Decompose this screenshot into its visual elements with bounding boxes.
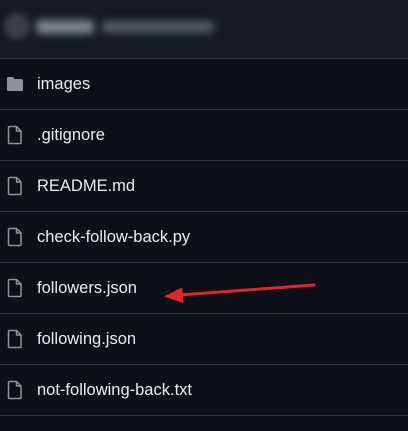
owner-avatar <box>4 13 30 39</box>
redacted-repo-owner <box>36 20 94 34</box>
repo-header-redacted <box>0 0 408 59</box>
folder-icon <box>6 74 24 94</box>
file-name[interactable]: README.md <box>37 161 135 212</box>
file-icon <box>6 329 24 349</box>
file-name[interactable]: images <box>37 59 90 110</box>
file-icon <box>6 227 24 247</box>
file-row-check-follow-back[interactable]: check-follow-back.py <box>0 212 408 263</box>
file-name[interactable]: not-following-back.txt <box>37 365 192 416</box>
file-row-gitignore[interactable]: .gitignore <box>0 110 408 161</box>
file-row-following[interactable]: following.json <box>0 314 408 365</box>
file-name[interactable]: .gitignore <box>37 110 105 161</box>
file-row-not-following-back[interactable]: not-following-back.txt <box>0 365 408 416</box>
file-icon <box>6 278 24 298</box>
file-row-readme[interactable]: README.md <box>0 161 408 212</box>
file-name[interactable]: followers.json <box>37 263 137 314</box>
file-list: images .gitignore README.md check-follow… <box>0 59 408 416</box>
file-name[interactable]: check-follow-back.py <box>37 212 190 263</box>
file-icon <box>6 125 24 145</box>
file-row-images[interactable]: images <box>0 59 408 110</box>
file-name[interactable]: following.json <box>37 314 136 365</box>
file-row-followers[interactable]: followers.json <box>0 263 408 314</box>
redacted-commit-message <box>102 21 214 33</box>
file-icon <box>6 380 24 400</box>
file-icon <box>6 176 24 196</box>
